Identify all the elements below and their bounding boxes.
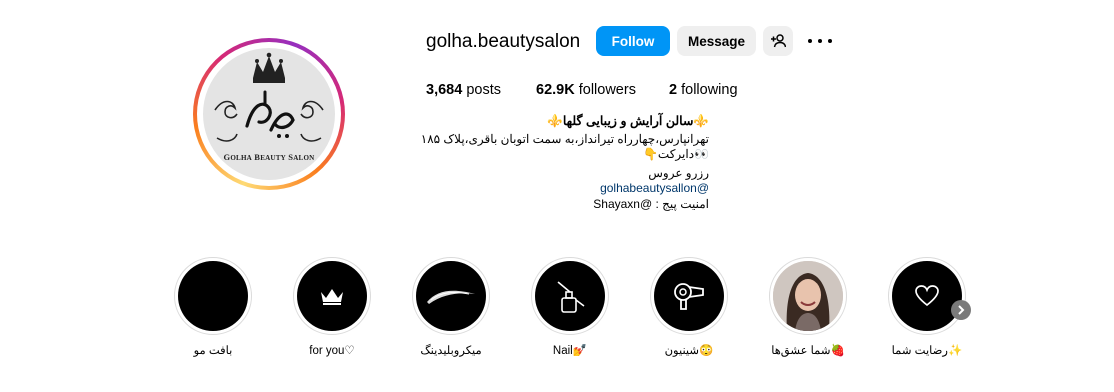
highlight-item[interactable]: میکروبلیدینگ — [408, 257, 494, 357]
highlight-cover — [297, 261, 367, 331]
profile-username: golha.beautysalon — [426, 31, 581, 52]
highlight-item[interactable]: شما عشق‌ها🍓 — [765, 257, 851, 357]
highlights-next-button[interactable] — [951, 300, 971, 320]
highlight-label: Nail💅 — [552, 345, 588, 357]
highlight-cover — [416, 261, 486, 331]
dot-icon — [818, 39, 822, 43]
bio-page-security: امنیت پیج : @Shayaxn — [593, 197, 709, 211]
bio-mention-link[interactable]: @golhabeautysallon — [389, 181, 709, 196]
highlight-label: رضایت شما✨ — [891, 345, 963, 357]
dot-icon — [808, 39, 812, 43]
bio-direct: 👀دایرکت👇 — [642, 147, 709, 161]
posts-stat: 3,684 posts — [426, 82, 501, 98]
eyebrow-icon — [427, 290, 475, 304]
hair-dryer-icon — [674, 283, 704, 310]
suggested-accounts-button[interactable] — [763, 26, 793, 56]
highlight-cover — [535, 261, 605, 331]
followers-stat[interactable]: 62.9K followers — [536, 82, 669, 98]
highlight-item[interactable]: Nail💅 — [527, 257, 613, 357]
highlight-label: for you♡ — [309, 345, 355, 357]
bio-name: ⚜️سالن آرایش و زیبایی گلها⚜️ — [547, 114, 709, 128]
highlight-cover — [773, 261, 843, 331]
highlight-cover — [178, 261, 248, 331]
highlight-item[interactable]: for you♡ — [289, 257, 375, 357]
crown-icon — [321, 289, 343, 305]
highlight-label: شما عشق‌ها🍓 — [771, 345, 845, 357]
profile-stats: 3,684 posts 62.9K followers 2 following — [426, 82, 738, 98]
customer-photo-icon — [773, 261, 843, 331]
highlight-label: میکروبلیدینگ — [420, 345, 482, 357]
highlight-item[interactable]: شینیون😳 — [646, 257, 732, 357]
dot-icon — [828, 39, 832, 43]
heart-icon — [915, 285, 939, 307]
avatar-logo-text: GOLHA BEAUTY SALON — [223, 152, 315, 162]
nail-polish-icon — [557, 281, 585, 313]
message-button[interactable]: Message — [677, 26, 756, 56]
chevron-right-icon — [958, 305, 965, 315]
highlight-item[interactable]: بافت مو — [170, 257, 256, 357]
follow-button[interactable]: Follow — [596, 26, 670, 56]
more-options-button[interactable] — [808, 30, 832, 52]
profile-avatar[interactable]: GOLHA BEAUTY SALON — [193, 38, 345, 190]
highlight-cover — [892, 261, 962, 331]
avatar-logo-image: GOLHA BEAUTY SALON — [203, 48, 335, 180]
add-person-icon — [771, 34, 786, 48]
bio-address: تهرانپارس،چهارراه تیرانداز،به سمت اتوبان… — [420, 132, 709, 146]
bio-booking: رزرو عروس — [648, 166, 709, 180]
highlight-label: شینیون😳 — [664, 345, 714, 357]
highlight-cover — [654, 261, 724, 331]
following-stat[interactable]: 2 following — [669, 82, 738, 98]
highlight-label: بافت مو — [193, 345, 233, 357]
